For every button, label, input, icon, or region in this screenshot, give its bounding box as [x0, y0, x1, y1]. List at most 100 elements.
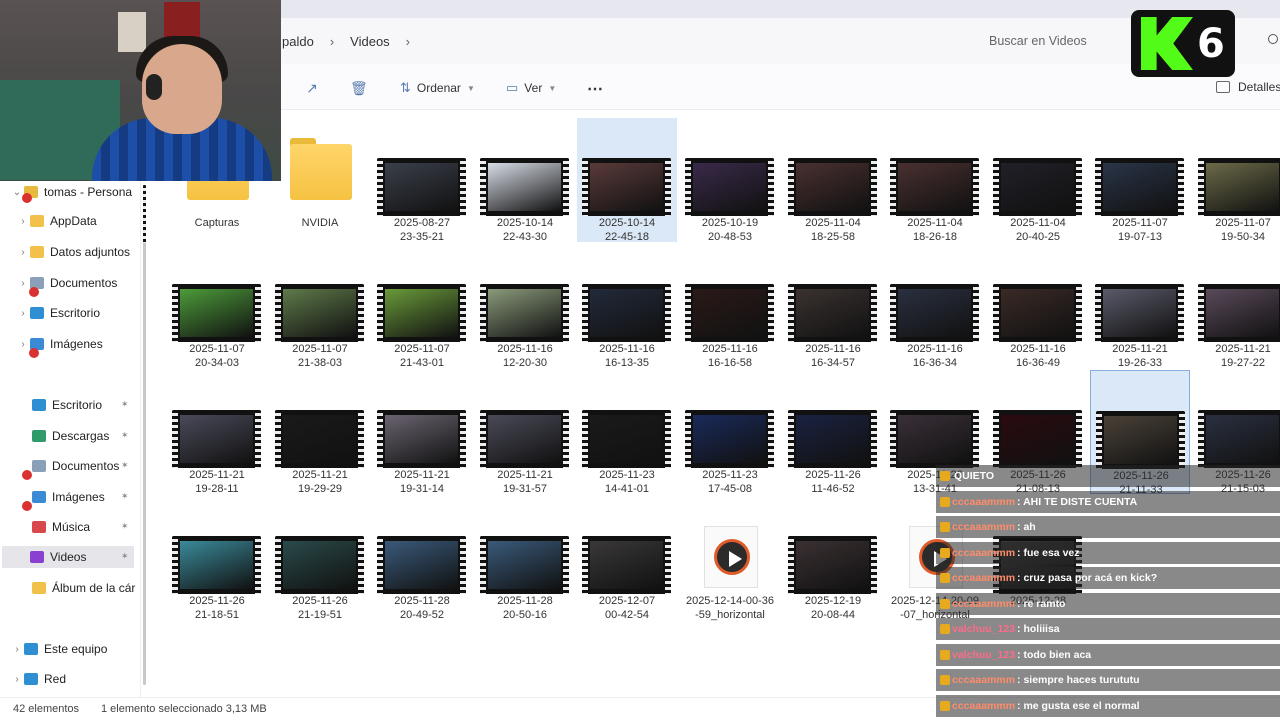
- sidebar-item-escritorio[interactable]: Escritorio: [18, 394, 102, 416]
- file-name: 2025-11-28 20-50-16: [475, 594, 575, 622]
- file-item[interactable]: 2025-11-07 19-50-34: [1193, 118, 1280, 243]
- file-name-line2: 20-48-53: [707, 231, 753, 243]
- file-item[interactable]: 2025-11-04 18-26-18: [885, 118, 985, 244]
- file-item[interactable]: 2025-11-16 16-36-49: [988, 244, 1088, 369]
- sidebar-item-este-equipo[interactable]: › Este equipo: [10, 638, 107, 660]
- scrollbar-thumb[interactable]: [143, 185, 146, 685]
- video-icon: [30, 551, 44, 563]
- sidebar-item-álbum-de-la-cár[interactable]: Álbum de la cár: [18, 577, 135, 599]
- logo-number: 6: [1197, 21, 1225, 67]
- sidebar-scrollbar[interactable]: [140, 181, 148, 697]
- file-item[interactable]: 2025-12-14-00-36 -59_horizontal: [680, 496, 780, 621]
- sidebar-item-documentos[interactable]: Documentos: [18, 455, 119, 477]
- file-item[interactable]: 2025-11-28 20-49-52: [372, 496, 472, 621]
- chevron-right-icon[interactable]: ›: [10, 644, 24, 655]
- file-item[interactable]: 2025-11-16 16-16-58: [680, 244, 780, 369]
- file-item[interactable]: 2025-11-23 14-41-01: [577, 370, 677, 495]
- file-item[interactable]: 2025-11-26 21-18-51: [167, 496, 267, 621]
- chevron-right-icon[interactable]: ›: [16, 216, 30, 227]
- sidebar-item-label: Escritorio: [52, 398, 103, 412]
- sidebar-item-red[interactable]: › Red: [10, 668, 66, 690]
- file-item[interactable]: 2025-11-21 19-26-33: [1090, 244, 1190, 369]
- sidebar-item-música[interactable]: Música: [18, 516, 90, 538]
- chevron-right-icon[interactable]: ›: [16, 308, 30, 319]
- sidebar-item-appdata[interactable]: › AppData: [16, 210, 96, 232]
- file-item[interactable]: 2025-11-21 19-31-57: [475, 370, 575, 496]
- headset-icon: [146, 74, 162, 100]
- file-item[interactable]: 2025-11-28 20-50-16: [475, 496, 575, 622]
- file-item[interactable]: 2025-11-26 21-19-51: [270, 496, 370, 621]
- file-name-line1: 2025-11-04: [1010, 217, 1066, 229]
- video-thumbnail: [172, 410, 261, 468]
- file-name-line2: 21-43-01: [399, 357, 445, 369]
- chat-text: : fue esa vez: [1017, 546, 1080, 559]
- sync-error-icon: [22, 470, 32, 480]
- file-name: 2025-10-14 22-45-18: [577, 216, 677, 244]
- file-item[interactable]: 2025-11-07 19-07-13: [1090, 118, 1190, 243]
- chevron-right-icon[interactable]: ›: [10, 674, 24, 685]
- file-item[interactable]: 2025-11-07 21-43-01: [372, 244, 472, 370]
- breadcrumb-item-parent[interactable]: paldo: [282, 34, 314, 49]
- sidebar-item-datos-adjuntos[interactable]: › Datos adjuntos: [16, 241, 130, 263]
- file-item[interactable]: 2025-11-07 20-34-03: [167, 244, 267, 369]
- chevron-right-icon[interactable]: ›: [16, 247, 30, 258]
- chevron-right-icon[interactable]: ›: [16, 278, 30, 289]
- file-name-line2: 19-27-22: [1220, 357, 1266, 369]
- more-options-icon[interactable]: ⋯: [587, 79, 604, 99]
- file-item[interactable]: 2025-11-16 16-34-57: [783, 244, 883, 369]
- folder-item[interactable]: NVIDIA: [270, 118, 370, 242]
- chevron-right-icon[interactable]: ›: [16, 339, 30, 350]
- video-thumbnail: [480, 158, 569, 216]
- file-item[interactable]: 2025-11-21 19-27-22: [1193, 244, 1280, 369]
- file-name: 2025-11-21 19-31-57: [475, 468, 575, 496]
- file-item[interactable]: 2025-08-27 23-35-21: [372, 118, 472, 243]
- chat-username: cccaaammm: [952, 521, 1016, 533]
- sidebar-item-label: Documentos: [50, 276, 118, 290]
- file-name: 2025-11-04 18-26-18: [885, 216, 985, 244]
- file-name-line2: 22-45-18: [604, 231, 650, 243]
- file-item[interactable]: 2025-10-14 22-43-30: [475, 118, 575, 243]
- sidebar-item-escritorio[interactable]: › Escritorio: [16, 302, 100, 324]
- video-thumbnail: [582, 158, 671, 216]
- file-item[interactable]: 2025-11-04 20-40-25: [988, 118, 1088, 243]
- sidebar-item-videos[interactable]: Videos: [2, 546, 134, 568]
- file-item[interactable]: 2025-12-19 20-08-44: [783, 496, 883, 621]
- chat-text: : re ramto: [1017, 597, 1066, 610]
- download-icon: [32, 430, 46, 442]
- file-item[interactable]: 2025-11-21 19-28-11: [167, 370, 267, 495]
- file-item[interactable]: 2025-11-16 16-36-34: [885, 244, 985, 369]
- share-icon[interactable]: ↗: [304, 80, 320, 96]
- sidebar-item-label: Música: [52, 520, 91, 534]
- file-name: 2025-11-07 21-43-01: [372, 342, 472, 370]
- delete-icon[interactable]: 🗑︎: [350, 80, 368, 96]
- file-item[interactable]: 2025-12-07 00-42-54: [577, 496, 677, 621]
- file-item[interactable]: 2025-11-16 16-13-35: [577, 244, 677, 369]
- file-item[interactable]: 2025-11-04 18-25-58: [783, 118, 883, 243]
- file-name-line1: 2025-11-07: [1112, 217, 1168, 229]
- file-name-line1: 2025-11-21: [497, 469, 553, 481]
- file-item[interactable]: 2025-11-21 19-31-14: [372, 370, 472, 495]
- file-item[interactable]: 2025-11-26 11-46-52: [783, 370, 883, 495]
- chat-badge-icon: [940, 496, 950, 507]
- sidebar-item-descargas[interactable]: Descargas: [18, 425, 109, 447]
- file-name-line1: 2025-11-16: [1010, 343, 1066, 355]
- sort-button[interactable]: ⇅ Ordenar ▼: [400, 78, 475, 98]
- video-thumbnail: [685, 158, 774, 216]
- pin-icon: ✶: [121, 521, 129, 531]
- file-item[interactable]: 2025-10-14 22-45-18: [577, 118, 677, 244]
- search-icon[interactable]: [1268, 34, 1278, 44]
- file-item[interactable]: 2025-11-23 17-45-08: [680, 370, 780, 495]
- view-button[interactable]: ▭ Ver ▼: [506, 78, 556, 98]
- file-item[interactable]: 2025-11-21 19-29-29: [270, 370, 370, 495]
- file-item[interactable]: 2025-10-19 20-48-53: [680, 118, 780, 243]
- chat-message: cccaaammm: re ramto: [936, 592, 1280, 615]
- file-name-line1: 2025-12-14-00-36: [685, 595, 775, 607]
- file-name-line2: 21-19-51: [297, 609, 343, 621]
- chevron-right-icon[interactable]: ›: [406, 34, 410, 49]
- desktop-icon: [30, 307, 44, 319]
- details-button[interactable]: Detalles: [1216, 80, 1280, 94]
- file-item[interactable]: 2025-11-16 12-20-30: [475, 244, 575, 369]
- file-item[interactable]: 2025-11-07 21-38-03: [270, 244, 370, 369]
- file-name-line2: 21-38-03: [297, 357, 343, 369]
- breadcrumb-item-videos[interactable]: Videos: [350, 34, 390, 49]
